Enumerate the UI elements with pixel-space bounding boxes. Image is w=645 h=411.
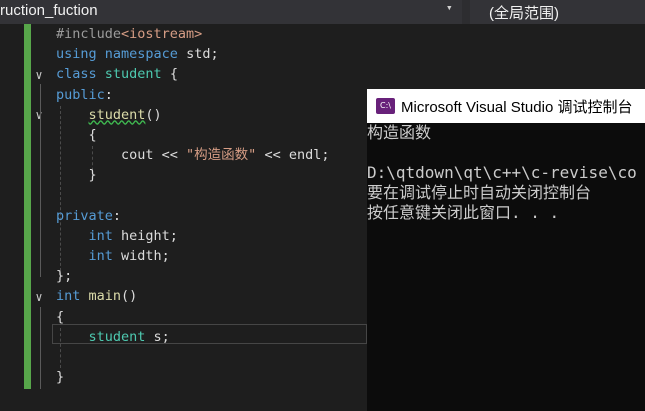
code-token: std; [177, 46, 219, 63]
code-token: << endl; [256, 147, 330, 164]
fold-icon[interactable]: ∨ [30, 65, 48, 85]
code-token: namespace [104, 46, 178, 63]
source-code[interactable]: #include<iostream> using namespace std; cl… [56, 24, 329, 387]
console-line: D:\qtdown\qt\c++\c-revise\co [367, 163, 637, 182]
code-line[interactable]: using namespace std; [56, 44, 329, 64]
code-line[interactable]: } [56, 367, 329, 387]
code-token: int [88, 248, 113, 265]
code-token: using [56, 46, 97, 63]
code-token: #include [56, 26, 122, 42]
console-title: Microsoft Visual Studio 调试控制台 [401, 99, 633, 116]
console-output: 构造函数 D:\qtdown\qt\c++\c-revise\co 要在调试停止时自… [367, 123, 637, 223]
code-line[interactable]: } [56, 165, 329, 185]
code-token: student [88, 106, 146, 123]
code-token: cout << [56, 147, 187, 164]
code-line[interactable]: student s; [56, 327, 329, 347]
code-token: "构造函数" [186, 147, 257, 164]
fold-icon[interactable]: ∨ [30, 105, 48, 125]
fold-range-line [40, 307, 41, 389]
code-token: student [104, 66, 162, 83]
code-line[interactable]: { [56, 307, 329, 327]
code-token: () [145, 106, 162, 123]
code-token: <iostream> [121, 26, 203, 42]
code-line[interactable] [56, 186, 329, 206]
member-scope-dropdown[interactable]: (全局范围) [470, 0, 645, 24]
navigation-bar: ruction_fuction ▾ (全局范围) [0, 0, 645, 24]
code-token: public [56, 86, 105, 103]
code-token: : [104, 86, 113, 103]
code-token: width; [112, 248, 170, 265]
code-line[interactable]: class student { [56, 64, 329, 84]
code-line[interactable]: int height; [56, 226, 329, 246]
code-token: class [56, 66, 97, 83]
code-token: : [112, 207, 122, 224]
code-line[interactable]: #include<iostream> [56, 24, 329, 44]
fold-icon[interactable]: ∨ [30, 287, 48, 307]
code-token: }; [56, 268, 73, 285]
scope-dropdown-label: ruction_fuction [0, 2, 98, 19]
code-token: () [121, 288, 138, 305]
scope-dropdown[interactable]: ruction_fuction ▾ [0, 0, 462, 24]
code-token: { [56, 126, 97, 143]
console-line: 构造函数 [367, 123, 432, 142]
debug-console-window[interactable]: C:\ Microsoft Visual Studio 调试控制台 构造函数 D:… [367, 89, 645, 411]
code-token: } [56, 167, 97, 184]
console-line: 按任意键关闭此窗口. . . [367, 203, 560, 222]
code-line[interactable]: student() [56, 105, 329, 125]
code-line[interactable]: int width; [56, 246, 329, 266]
code-token: } [56, 369, 65, 386]
code-line[interactable]: { [56, 125, 329, 145]
code-line[interactable]: int main() [56, 286, 329, 306]
code-line[interactable]: public: [56, 85, 329, 105]
code-token: student [88, 328, 146, 345]
console-line: 要在调试停止时自动关闭控制台 [367, 183, 592, 202]
code-line[interactable]: private: [56, 206, 329, 226]
code-line[interactable] [56, 347, 329, 367]
console-title-bar[interactable]: C:\ Microsoft Visual Studio 调试控制台 [367, 89, 645, 123]
editor-gutter [0, 24, 24, 411]
fold-range-line [40, 125, 41, 195]
code-line[interactable]: }; [56, 266, 329, 286]
code-token: main [88, 288, 122, 305]
visual-studio-console-icon: C:\ [376, 98, 395, 114]
code-token: { [56, 308, 65, 325]
member-scope-label: (全局范围) [489, 5, 559, 22]
code-line[interactable]: cout << "构造函数" << endl; [56, 145, 329, 165]
code-token: int [88, 227, 113, 244]
code-token: s; [145, 328, 170, 345]
code-token: private [56, 207, 113, 224]
chevron-down-icon[interactable]: ▾ [446, 1, 453, 14]
code-token: height; [112, 227, 178, 244]
code-token: { [161, 66, 178, 83]
code-token: int [56, 288, 81, 305]
